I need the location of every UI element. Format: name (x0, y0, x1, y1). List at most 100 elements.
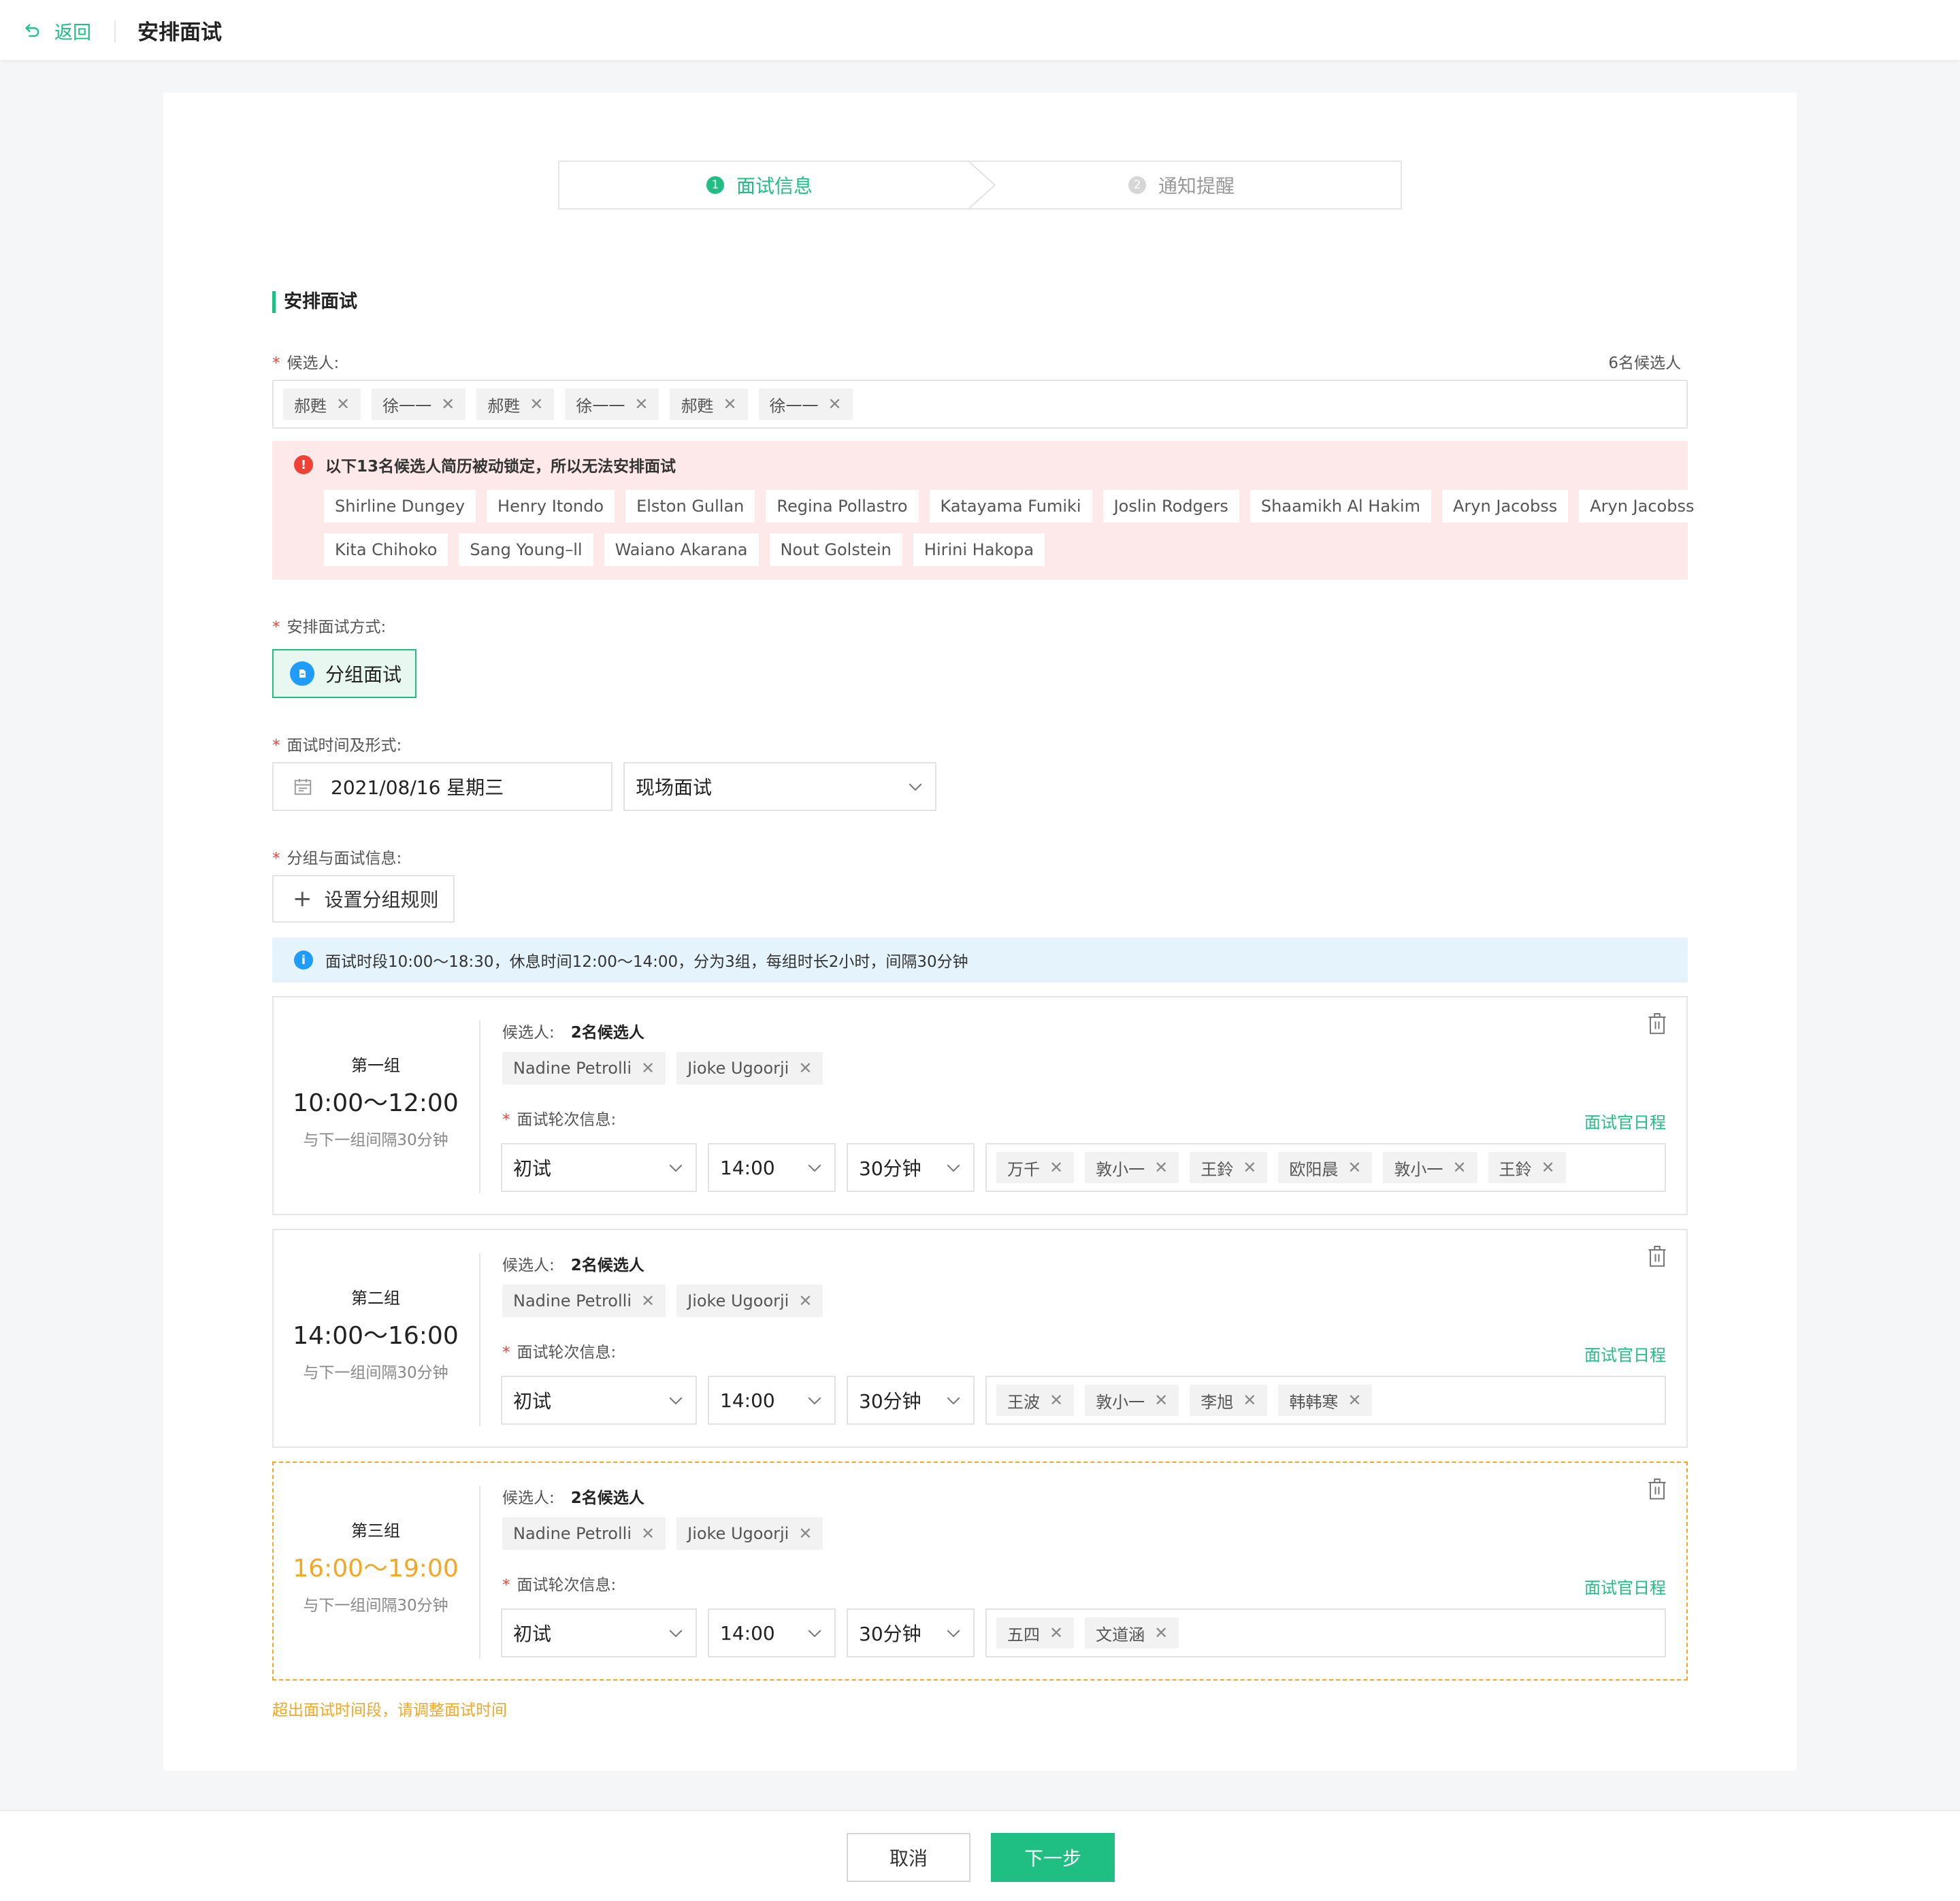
interviewer-schedule-link[interactable]: 面试官日程 (1584, 1342, 1666, 1366)
interviewer-tag: 敦小一 ✕ (1085, 1385, 1179, 1416)
interviewer-tag: 王鈴 ✕ (1488, 1152, 1566, 1183)
interviewer-tag: 敦小一 ✕ (1085, 1152, 1179, 1183)
remove-icon[interactable]: ✕ (1154, 1391, 1168, 1410)
chevron-down-icon (909, 783, 922, 791)
group-candidates: Nadine Petrolli ✕ Jioke Ugoorji ✕ (502, 1052, 823, 1085)
round-select[interactable]: 初试 (501, 1608, 697, 1657)
locked-candidate: Aryn Jacobss (1441, 490, 1569, 523)
group-candidates-label: 候选人: 2名候选人 (502, 1489, 644, 1507)
error-icon: ! (294, 455, 313, 474)
remove-icon[interactable]: ✕ (529, 395, 543, 414)
candidate-tag: Nadine Petrolli ✕ (502, 1285, 666, 1317)
chevron-down-icon (808, 1630, 821, 1638)
next-step-button[interactable]: 下一步 (991, 1833, 1115, 1882)
round-select[interactable]: 初试 (501, 1143, 697, 1192)
group-time: 10:00～12:00 (293, 1089, 459, 1117)
duration-select[interactable]: 30分钟 (847, 1143, 975, 1192)
candidate-tag: Jioke Ugoorji ✕ (676, 1285, 823, 1317)
interviewers-input[interactable]: 五四 ✕ 文道涵 ✕ (985, 1608, 1666, 1657)
remove-icon[interactable]: ✕ (1452, 1158, 1466, 1177)
step-label: 面试信息 (736, 175, 813, 197)
locked-candidate: Aryn Jacobss (1579, 490, 1705, 523)
remove-icon[interactable]: ✕ (441, 395, 455, 414)
locked-candidate: Hirini Hakopa (913, 533, 1045, 566)
remove-icon[interactable]: ✕ (1049, 1158, 1063, 1177)
round-select[interactable]: 初试 (501, 1376, 697, 1425)
group-gap: 与下一组间隔30分钟 (303, 1597, 448, 1615)
duration-select[interactable]: 30分钟 (847, 1376, 975, 1425)
remove-icon[interactable]: ✕ (723, 395, 736, 414)
chevron-down-icon (669, 1397, 683, 1405)
step-separator-chevron-icon (968, 161, 996, 210)
chevron-down-icon (669, 1630, 683, 1638)
overtime-warning: 超出面试时间段，请调整面试时间 (272, 1702, 507, 1719)
time-form-label: * 面试时间及形式: (272, 737, 402, 755)
candidates-input[interactable]: 郝甦 ✕ 徐一一 ✕ 郝甦 ✕ 徐一一 ✕ 郝甦 ✕ 徐一一 ✕ (272, 380, 1688, 429)
trash-icon[interactable] (1647, 1245, 1667, 1268)
remove-icon[interactable]: ✕ (1154, 1158, 1168, 1177)
group-interview-option[interactable]: 分组面试 (272, 649, 416, 698)
info-icon: i (294, 950, 313, 970)
document-icon (290, 661, 314, 686)
interviewers-input[interactable]: 万千 ✕ 敦小一 ✕ 王鈴 ✕ 欧阳晨 ✕ 敦小一 ✕ 王鈴 ✕ (985, 1143, 1666, 1192)
remove-icon[interactable]: ✕ (641, 1291, 655, 1310)
start-time-select[interactable]: 14:00 (708, 1143, 836, 1192)
chevron-down-icon (808, 1164, 821, 1172)
remove-icon[interactable]: ✕ (641, 1059, 655, 1078)
interviewers-input[interactable]: 王波 ✕ 敦小一 ✕ 李旭 ✕ 韩韩寒 ✕ (985, 1376, 1666, 1425)
remove-icon[interactable]: ✕ (1348, 1391, 1361, 1410)
remove-icon[interactable]: ✕ (798, 1291, 812, 1310)
locked-row: Kita Chihoko Sang Young–ll Waiano Akaran… (324, 533, 1045, 566)
group-divider (479, 1486, 480, 1659)
group-time: 14:00～16:00 (293, 1322, 459, 1350)
group-card: 第二组 14:00～16:00 与下一组间隔30分钟 候选人: 2名候选人 Nad… (272, 1229, 1688, 1448)
date-picker[interactable]: 2021/08/16 星期三 (272, 762, 612, 811)
remove-icon[interactable]: ✕ (1541, 1158, 1555, 1177)
start-time-select[interactable]: 14:00 (708, 1376, 836, 1425)
remove-icon[interactable]: ✕ (641, 1524, 655, 1543)
locked-row: Shirline Dungey Henry Itondo Elston Gull… (324, 490, 1705, 523)
step-number: 2 (1128, 176, 1146, 194)
remove-icon[interactable]: ✕ (634, 395, 648, 414)
interviewer-tag: 李旭 ✕ (1190, 1385, 1268, 1416)
cancel-button[interactable]: 取消 (847, 1833, 970, 1882)
remove-icon[interactable]: ✕ (828, 395, 842, 414)
interviewer-tag: 万千 ✕ (996, 1152, 1075, 1183)
group-candidates-label: 候选人: 2名候选人 (502, 1257, 644, 1274)
grouping-info-banner: i 面试时段10:00～18:30，休息时间12:00～14:00，分为3组，每… (272, 938, 1688, 982)
locked-candidate: Joslin Rodgers (1102, 490, 1239, 523)
back-button[interactable]: 返回 (23, 18, 91, 44)
chevron-down-icon (947, 1630, 960, 1638)
set-group-rule-button[interactable]: + 设置分组规则 (272, 875, 455, 923)
trash-icon[interactable] (1647, 1012, 1667, 1036)
duration-select[interactable]: 30分钟 (847, 1608, 975, 1657)
locked-warning: ! 以下13名候选人简历被动锁定，所以无法安排面试 Shirline Dunge… (272, 441, 1705, 580)
candidate-tag: 郝甦 ✕ (476, 389, 555, 420)
remove-icon[interactable]: ✕ (1049, 1391, 1063, 1410)
plus-icon: + (293, 885, 312, 912)
start-time-select[interactable]: 14:00 (708, 1608, 836, 1657)
locked-candidate: Elston Gullan (625, 490, 755, 523)
candidate-tag: 徐一一 ✕ (565, 389, 659, 420)
remove-icon[interactable]: ✕ (1049, 1623, 1063, 1642)
candidate-tag: Nadine Petrolli ✕ (502, 1517, 666, 1550)
remove-icon[interactable]: ✕ (1154, 1623, 1168, 1642)
interviewer-schedule-link[interactable]: 面试官日程 (1584, 1109, 1666, 1133)
interviewer-schedule-link[interactable]: 面试官日程 (1584, 1574, 1666, 1598)
remove-icon[interactable]: ✕ (1348, 1158, 1361, 1177)
interviewer-tag: 王鈴 ✕ (1190, 1152, 1268, 1183)
chevron-down-icon (947, 1397, 960, 1405)
locked-candidate: Kita Chihoko (324, 533, 448, 566)
locked-candidate: Waiano Akarana (604, 533, 759, 566)
candidate-tag: Jioke Ugoorji ✕ (676, 1517, 823, 1550)
step-interview-info[interactable]: 1 面试信息 (706, 162, 813, 208)
trash-icon[interactable] (1647, 1478, 1667, 1501)
remove-icon[interactable]: ✕ (336, 395, 350, 414)
remove-icon[interactable]: ✕ (798, 1524, 812, 1543)
step-notification[interactable]: 2 通知提醒 (1128, 162, 1235, 208)
remove-icon[interactable]: ✕ (1243, 1158, 1256, 1177)
remove-icon[interactable]: ✕ (798, 1059, 812, 1078)
interview-method-select[interactable]: 现场面试 (623, 762, 936, 811)
group-card: 第三组 16:00～19:00 与下一组间隔30分钟 候选人: 2名候选人 Nad… (272, 1461, 1688, 1681)
remove-icon[interactable]: ✕ (1243, 1391, 1256, 1410)
